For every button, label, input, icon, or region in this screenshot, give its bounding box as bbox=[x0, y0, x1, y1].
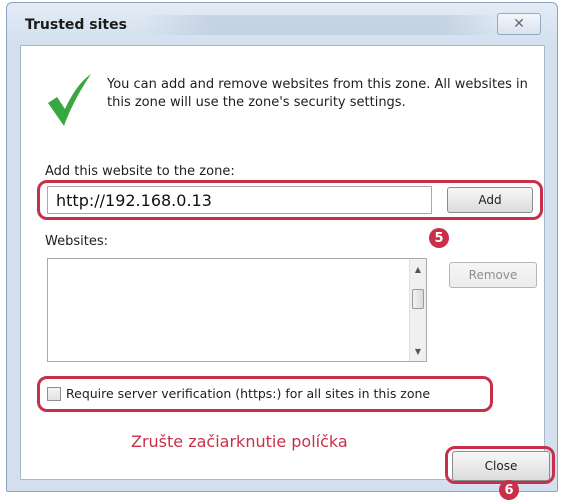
window-close-button[interactable]: ✕ bbox=[497, 13, 541, 35]
highlight-url-row bbox=[37, 180, 543, 220]
websites-list[interactable]: ▲ ▼ bbox=[47, 258, 427, 362]
scroll-thumb[interactable] bbox=[412, 289, 424, 309]
highlight-checkbox-row bbox=[37, 376, 493, 412]
step-5-badge: 5 bbox=[429, 228, 449, 248]
websites-label: Websites: bbox=[45, 234, 108, 249]
uncheck-note: Zrušte začiarknutie políčka bbox=[131, 432, 348, 451]
zone-info-text: You can add and remove websites from thi… bbox=[107, 77, 528, 110]
check-icon bbox=[48, 74, 91, 126]
scroll-up-icon[interactable]: ▲ bbox=[410, 261, 426, 277]
title-bar: Trusted sites ✕ bbox=[7, 3, 557, 45]
background-tabs bbox=[139, 15, 499, 35]
step-6-badge: 6 bbox=[499, 480, 519, 500]
trusted-sites-dialog: Trusted sites ✕ You can add and remove w… bbox=[6, 2, 558, 500]
close-icon: ✕ bbox=[513, 16, 525, 32]
scroll-down-icon[interactable]: ▼ bbox=[410, 343, 426, 359]
websites-scrollbar[interactable]: ▲ ▼ bbox=[409, 259, 426, 361]
window-title: Trusted sites bbox=[25, 17, 127, 33]
add-website-label: Add this website to the zone: bbox=[45, 164, 235, 179]
highlight-close-button bbox=[445, 446, 555, 484]
dialog-content: You can add and remove websites from thi… bbox=[20, 45, 555, 500]
remove-button[interactable]: Remove bbox=[449, 262, 537, 288]
